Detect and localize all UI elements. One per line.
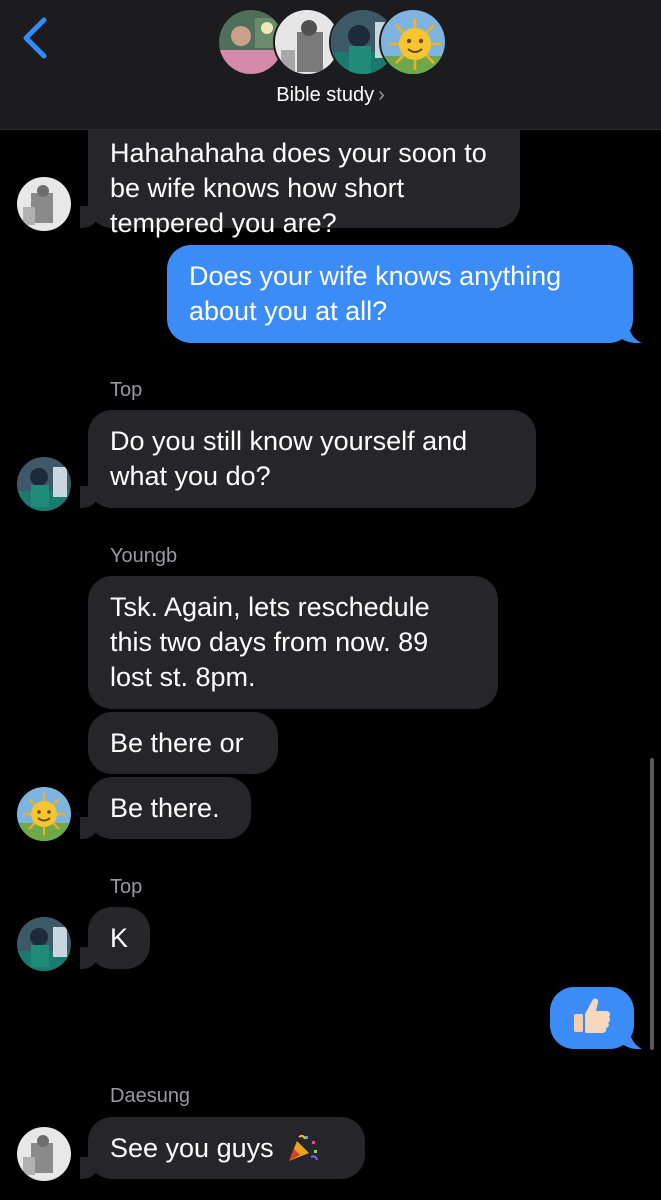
conversation-title[interactable]: Bible study ›: [0, 84, 661, 107]
sender-name: Top: [110, 379, 143, 401]
message-bubble[interactable]: Be there or: [88, 712, 278, 774]
sender-name: Top: [110, 876, 143, 898]
conversation-header: Bible study ›: [0, 0, 661, 130]
avatar-top[interactable]: [17, 457, 71, 511]
message-text: K: [110, 923, 129, 953]
avatar-daesung[interactable]: [17, 177, 71, 231]
back-button[interactable]: [18, 14, 54, 62]
message-bubble[interactable]: Tsk. Again, lets reschedule this two day…: [88, 576, 498, 709]
avatar-photo: [17, 917, 71, 971]
sender-name: Youngb: [110, 545, 178, 567]
avatar-photo: [17, 1127, 71, 1181]
avatar-photo: [17, 787, 71, 841]
message-text: Tsk. Again, lets reschedule this two day…: [110, 592, 430, 692]
message-text: Does your wife knows anything about you …: [189, 261, 562, 326]
message-text: Hahahahaha does your soon to be wife kno…: [110, 138, 487, 238]
sender-name: Daesung: [110, 1085, 191, 1107]
message-text: See you guys: [110, 1133, 274, 1163]
confetti-icon: [289, 1134, 319, 1161]
message-bubble[interactable]: Does your wife knows anything about you …: [167, 245, 633, 343]
bubble-tail: [80, 1157, 100, 1179]
bubble-tail: [80, 947, 100, 969]
bubble-tail: [80, 206, 100, 228]
group-avatar-4: [379, 8, 447, 76]
avatar-daesung[interactable]: [17, 1127, 71, 1181]
chevron-left-icon: [23, 17, 47, 59]
bubble-tail: [80, 817, 100, 839]
avatar-top[interactable]: [17, 917, 71, 971]
avatar-youngb[interactable]: [17, 787, 71, 841]
scrollbar[interactable]: [650, 758, 654, 1050]
bubble-tail: [620, 1024, 642, 1050]
message-bubble[interactable]: See you guys: [88, 1117, 365, 1179]
bubble-tail: [80, 486, 100, 508]
message-text: Be there.: [110, 793, 220, 823]
avatar-photo: [17, 457, 71, 511]
avatar-photo: [17, 177, 71, 231]
chevron-right-icon: ›: [378, 84, 385, 106]
message-text: Be there or: [110, 728, 244, 758]
group-avatars[interactable]: [217, 8, 447, 78]
message-bubble[interactable]: Be there.: [88, 777, 251, 839]
message-text: Do you still know yourself and what you …: [110, 426, 468, 491]
message-bubble[interactable]: Do you still know yourself and what you …: [88, 410, 536, 508]
group-name: Bible study: [276, 84, 375, 106]
message-thread[interactable]: Hahahahaha does your soon to be wife kno…: [0, 0, 661, 1200]
bubble-tail: [618, 318, 642, 344]
avatar-photo: [381, 10, 445, 74]
